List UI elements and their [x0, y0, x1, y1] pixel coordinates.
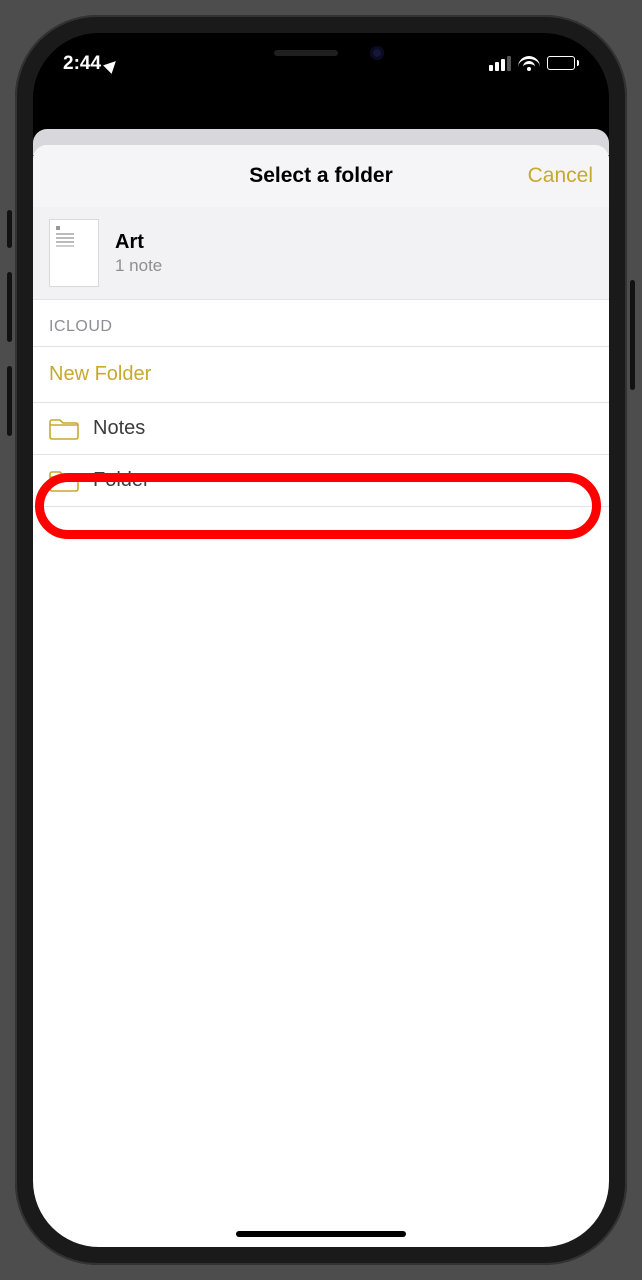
status-time: 2:44	[63, 53, 101, 75]
side-button	[630, 280, 635, 390]
volume-down-button	[7, 366, 12, 436]
note-being-moved: Art 1 note	[33, 207, 609, 300]
hardware-buttons-left	[7, 210, 12, 460]
folder-row-folder[interactable]: Folder	[33, 455, 609, 507]
note-title: Art	[115, 230, 162, 254]
phone-frame: 2:44 Select a folder	[15, 15, 627, 1265]
folder-list: Notes Folder	[33, 403, 609, 507]
modal-title: Select a folder	[33, 164, 609, 188]
folder-icon	[49, 418, 79, 440]
modal-header: Select a folder Cancel	[33, 145, 609, 207]
note-count-label: 1 note	[115, 256, 162, 276]
notch	[202, 33, 440, 71]
section-header-icloud: ICLOUD	[33, 300, 609, 347]
volume-up-button	[7, 272, 12, 342]
cellular-icon	[489, 56, 511, 71]
folder-row-notes[interactable]: Notes	[33, 403, 609, 455]
folder-label: Folder	[93, 469, 150, 492]
mute-switch	[7, 210, 12, 248]
screen: 2:44 Select a folder	[33, 33, 609, 1247]
device-bezel: 2:44 Select a folder	[0, 0, 642, 1280]
location-icon	[103, 57, 120, 74]
wifi-icon	[518, 55, 540, 71]
battery-icon	[547, 56, 579, 70]
modal-sheet: Select a folder Cancel Art 1 note ICLOUD…	[33, 145, 609, 1247]
new-folder-button[interactable]: New Folder	[33, 347, 609, 403]
cancel-button[interactable]: Cancel	[528, 164, 593, 188]
folder-label: Notes	[93, 417, 145, 440]
folder-icon	[49, 470, 79, 492]
home-indicator[interactable]	[236, 1231, 406, 1237]
note-thumbnail-icon	[49, 219, 99, 287]
